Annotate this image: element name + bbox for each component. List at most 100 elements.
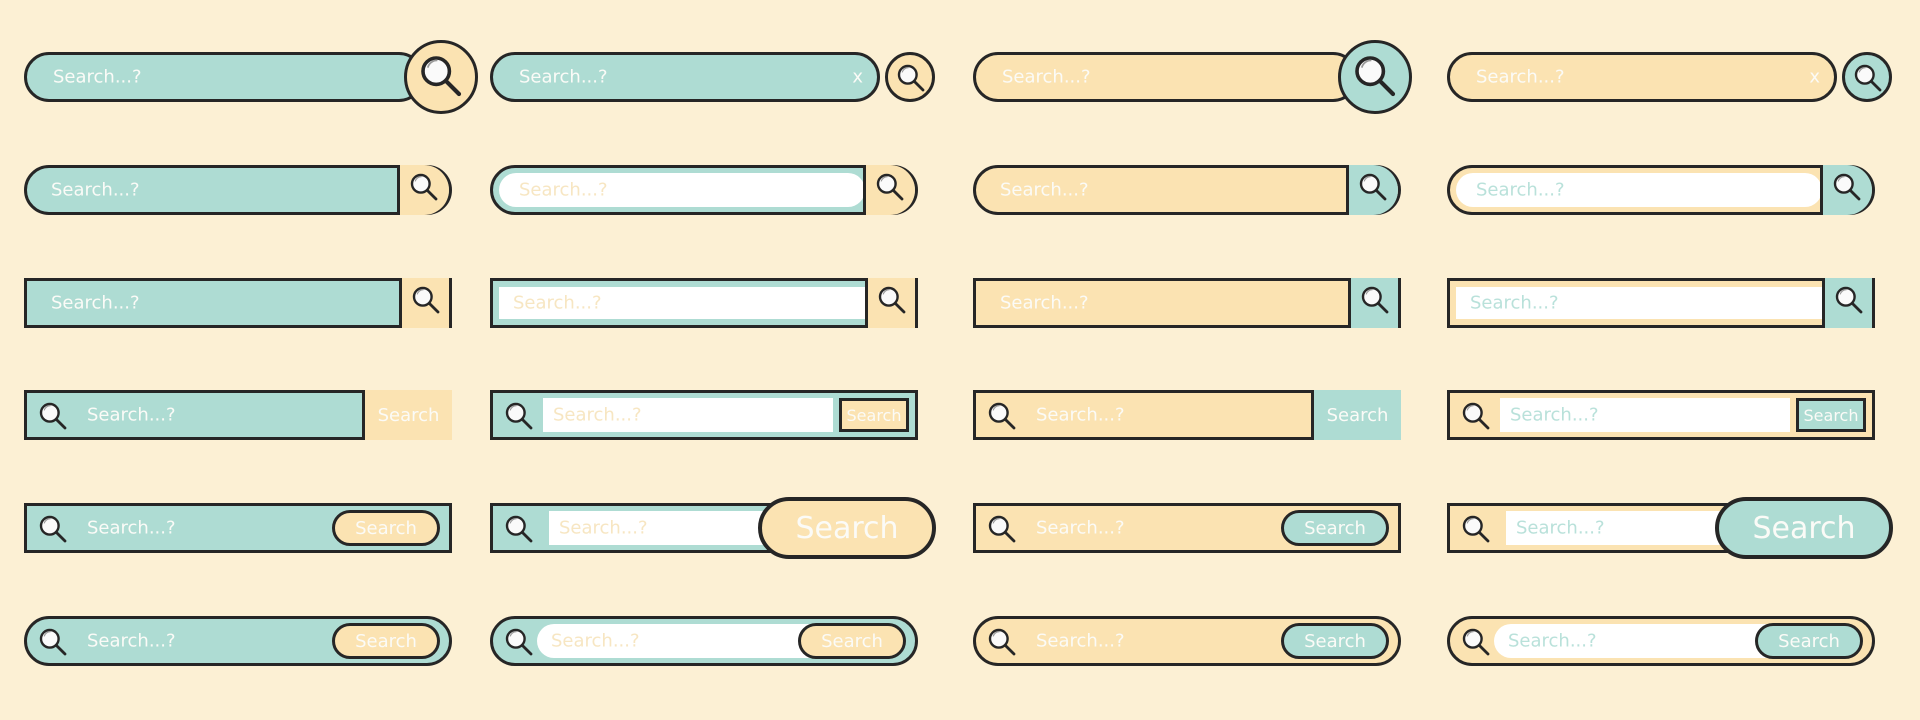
search-button[interactable]: Search [1755, 623, 1863, 659]
search-button[interactable] [885, 52, 935, 102]
search-input[interactable]: Search...? [1456, 287, 1822, 319]
search-input[interactable]: Search...? [537, 624, 837, 658]
search-input[interactable]: Search...? [77, 619, 327, 663]
search-input[interactable]: Search...? [543, 398, 833, 432]
search-placeholder: Search...? [1002, 66, 1091, 88]
search-button[interactable] [865, 278, 915, 328]
search-placeholder: Search...? [519, 66, 608, 88]
search-placeholder: Search...? [1476, 66, 1565, 88]
magnifier-icon [1351, 52, 1399, 100]
search-input[interactable]: Search...? [27, 281, 397, 325]
search-button-label: Search [1304, 517, 1366, 539]
search-bar-r5-c3: Search...? Search [973, 503, 1401, 553]
search-input[interactable]: Search...? [77, 393, 357, 437]
search-button-label: Search [795, 510, 899, 546]
search-placeholder: Search...? [519, 179, 608, 201]
search-button-label: Search [377, 404, 440, 426]
search-input[interactable]: Search...? [24, 52, 424, 102]
search-input[interactable]: Search...? [1026, 506, 1276, 550]
search-button-label: Search [1304, 630, 1366, 652]
search-placeholder: Search...? [87, 404, 176, 426]
search-button[interactable]: Search [1311, 390, 1401, 440]
search-input[interactable]: Search...? x [1447, 52, 1837, 102]
search-input[interactable]: Search...? [1026, 619, 1276, 663]
search-button[interactable] [863, 165, 915, 215]
search-placeholder: Search...? [1510, 404, 1599, 426]
magnifier-icon [37, 513, 69, 545]
search-input[interactable]: Search...? [1500, 398, 1790, 432]
magnifier-icon [1460, 513, 1492, 545]
search-button[interactable]: Search [362, 390, 452, 440]
search-input[interactable]: Search...? [1026, 393, 1306, 437]
search-button[interactable] [399, 278, 449, 328]
search-bar-r4-c4: Search...? Search [1447, 390, 1875, 440]
search-button-label: Search [1752, 510, 1856, 546]
search-button[interactable]: Search [1281, 510, 1389, 546]
search-placeholder: Search...? [1000, 292, 1089, 314]
search-bar-r6-c4: Search...? Search [1447, 616, 1875, 666]
search-button[interactable]: Search [758, 497, 936, 559]
search-bar-r2-c3: Search...? [973, 165, 1401, 215]
search-input[interactable]: Search...? [77, 506, 327, 550]
search-button[interactable] [1822, 278, 1872, 328]
search-button[interactable] [1842, 52, 1892, 102]
search-placeholder: Search...? [51, 292, 140, 314]
search-placeholder: Search...? [1036, 404, 1125, 426]
magnifier-icon [895, 62, 927, 94]
search-input[interactable]: Search...? [976, 281, 1346, 325]
search-placeholder: Search...? [51, 179, 140, 201]
magnifier-icon [503, 513, 535, 545]
search-button[interactable] [404, 40, 478, 114]
search-placeholder: Search...? [1516, 517, 1605, 539]
search-bar-r3-c2: Search...? [490, 278, 918, 328]
search-placeholder: Search...? [559, 517, 648, 539]
search-placeholder: Search...? [1508, 630, 1597, 652]
search-input[interactable]: Search...? [1494, 624, 1794, 658]
search-input[interactable]: Search...? [27, 168, 397, 212]
search-button[interactable]: Search [1281, 623, 1389, 659]
search-input[interactable]: Search...? [499, 287, 865, 319]
magnifier-icon [1460, 400, 1492, 432]
magnifier-icon [408, 171, 440, 203]
search-button-label: Search [1778, 630, 1840, 652]
search-placeholder: Search...? [1476, 179, 1565, 201]
magnifier-icon [417, 52, 465, 100]
search-bar-r2-c4: Search...? [1447, 165, 1875, 215]
search-placeholder: Search...? [53, 66, 142, 88]
search-button[interactable]: Search [332, 623, 440, 659]
search-button[interactable] [1346, 165, 1398, 215]
search-input[interactable]: Search...? [1456, 173, 1822, 207]
magnifier-icon [503, 400, 535, 432]
search-bar-r5-c1: Search...? Search [24, 503, 452, 553]
clear-icon[interactable]: x [1809, 67, 1820, 88]
search-placeholder: Search...? [551, 630, 640, 652]
search-button[interactable] [1348, 278, 1398, 328]
search-input[interactable]: Search...? x [490, 52, 880, 102]
search-button[interactable] [1338, 40, 1412, 114]
magnifier-icon [410, 284, 442, 316]
search-button-label: Search [821, 630, 883, 652]
search-button[interactable] [1820, 165, 1872, 215]
search-button[interactable]: Search [798, 623, 906, 659]
search-button[interactable] [397, 165, 449, 215]
clear-icon[interactable]: x [852, 67, 863, 88]
search-button[interactable]: Search [1796, 398, 1866, 432]
search-bar-r6-c1: Search...? Search [24, 616, 452, 666]
search-bar-r2-c2: Search...? [490, 165, 918, 215]
search-button-label: Search [1803, 405, 1859, 425]
search-input[interactable]: Search...? [499, 173, 865, 207]
search-button[interactable]: Search [332, 510, 440, 546]
search-input[interactable]: Search...? [973, 52, 1358, 102]
search-button[interactable]: Search [1715, 497, 1893, 559]
search-button[interactable]: Search [839, 398, 909, 432]
magnifier-icon [503, 626, 535, 658]
magnifier-icon [1852, 62, 1884, 94]
search-bar-r4-c1: Search...? Search [24, 390, 452, 440]
magnifier-icon [37, 400, 69, 432]
search-placeholder: Search...? [1036, 517, 1125, 539]
magnifier-icon [1833, 284, 1865, 316]
magnifier-icon [874, 171, 906, 203]
search-placeholder: Search...? [87, 517, 176, 539]
search-bar-r3-c1: Search...? [24, 278, 452, 328]
search-input[interactable]: Search...? [976, 168, 1346, 212]
